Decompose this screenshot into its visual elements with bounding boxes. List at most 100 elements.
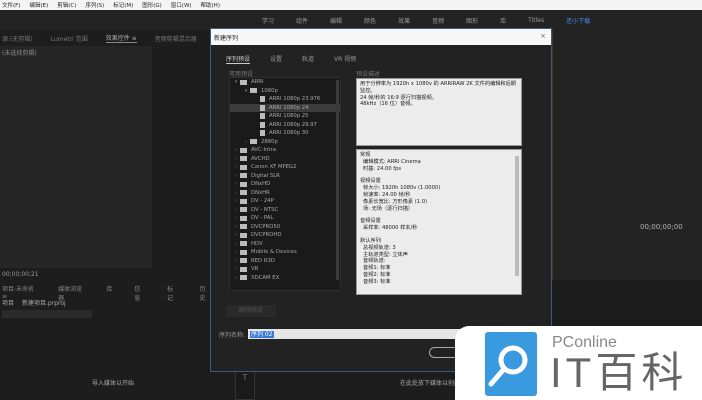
chevron-down-icon[interactable]: ▾ xyxy=(232,78,240,87)
menu-help[interactable]: 帮助(H) xyxy=(201,1,220,9)
pconline-watermark: PConline IT百科 xyxy=(455,326,702,400)
workspace-tab[interactable]: 音频 xyxy=(432,16,444,25)
desc-line: 48kHz（16 位）音频。 xyxy=(360,101,416,108)
tab-info[interactable]: 信息 xyxy=(134,284,145,302)
preset-label: DV - PAL xyxy=(251,215,274,221)
preset-label: ARRI 1080p 24 xyxy=(269,104,309,111)
workspace-tab[interactable]: 库 xyxy=(500,16,506,25)
tab-vr-video[interactable]: VR 视频 xyxy=(334,54,356,64)
preset-tree-item[interactable]: › HDV xyxy=(230,240,340,249)
tab-sequence-presets[interactable]: 序列预设 xyxy=(226,54,251,64)
chevron-right-icon[interactable]: › xyxy=(232,180,240,189)
preset-description: 用于分辨率为 1920h x 1080v 的 ARRIRAW 2K 文件的编辑和… xyxy=(356,78,522,146)
preset-label: DNxHR xyxy=(251,189,270,196)
workspace-tab-active[interactable]: 还小下载 xyxy=(566,16,590,25)
folder-icon xyxy=(240,173,247,179)
preset-tree-item[interactable]: › AVC-Intra xyxy=(230,146,340,155)
close-icon[interactable]: × xyxy=(540,32,546,40)
preset-tree-item[interactable]: › DV - 24P xyxy=(230,197,340,206)
preset-tree-item[interactable]: › RED R3D xyxy=(230,257,340,266)
preset-tree-item[interactable]: › DV - NTSC xyxy=(230,206,340,215)
folder-icon xyxy=(240,215,247,221)
tab-tracks[interactable]: 轨道 xyxy=(302,54,314,64)
workspace-tab[interactable]: Titles xyxy=(528,17,544,24)
desc-line: 监控。 xyxy=(360,87,376,94)
preset-tree-item[interactable]: › 2880p xyxy=(230,138,340,147)
folder-icon xyxy=(240,232,247,238)
tab-source[interactable]: 源:(无剪辑) xyxy=(2,34,33,43)
program-monitor xyxy=(552,30,702,280)
chevron-right-icon[interactable]: › xyxy=(232,257,240,266)
preset-tree-item[interactable]: › VR xyxy=(230,265,340,274)
folder-icon xyxy=(240,249,247,255)
folder-icon xyxy=(250,88,257,94)
chevron-right-icon[interactable]: › xyxy=(232,265,240,274)
preset-tree-scrollbar[interactable] xyxy=(336,80,339,280)
preset-label: ARRI 1080p 23.976 xyxy=(269,96,321,102)
tab-lumetri-scopes[interactable]: Lumetri 范围 xyxy=(51,34,88,43)
preset-tree-item[interactable]: › XDCAM EX xyxy=(230,274,340,283)
preset-tree-item[interactable]: ▾ 1080p xyxy=(230,87,340,96)
menu-graphics[interactable]: 图形(G) xyxy=(142,1,162,9)
chevron-right-icon[interactable]: › xyxy=(242,138,250,147)
menu-bar: 文件(F) 编辑(E) 剪辑(C) 序列(S) 标记(M) 图形(G) 窗口(W… xyxy=(0,0,702,10)
preset-tree-item[interactable]: › Digital SLR xyxy=(230,172,340,181)
preset-tree-item[interactable]: › DNxHR xyxy=(230,189,340,198)
type-tool-icon[interactable]: T xyxy=(243,373,248,382)
project-search-input[interactable] xyxy=(2,310,92,318)
chevron-right-icon[interactable]: › xyxy=(232,223,240,232)
preset-tree-item[interactable]: › Mobile & Devices xyxy=(230,248,340,257)
tab-history[interactable]: 历史 xyxy=(199,284,210,302)
menu-clip[interactable]: 剪辑(C) xyxy=(57,1,76,9)
tab-markers[interactable]: 标记 xyxy=(167,284,178,302)
preset-label: AVCHD xyxy=(251,155,270,162)
clip-select-dropdown[interactable]: (未选择剪辑) xyxy=(2,48,150,58)
tab-effect-controls[interactable]: 效果控件 ≡ xyxy=(105,33,137,43)
project-file-name: 新建项目.prproj xyxy=(22,300,66,307)
workspace-tab[interactable]: 图形 xyxy=(466,16,478,25)
preset-tree-item[interactable]: › DNxHD xyxy=(230,180,340,189)
tab-audio-clip-mixer[interactable]: 音频剪辑混合器 xyxy=(155,34,197,43)
chevron-right-icon[interactable]: › xyxy=(232,155,240,164)
preset-label: DV - NTSC xyxy=(251,206,279,213)
preset-tree-item[interactable]: › DVCPRO50 xyxy=(230,223,340,232)
chevron-right-icon[interactable]: › xyxy=(232,206,240,215)
chevron-right-icon[interactable]: › xyxy=(232,248,240,257)
preset-tree-item[interactable]: ▾ ARRI xyxy=(230,78,340,87)
chevron-right-icon[interactable]: › xyxy=(232,231,240,240)
chevron-right-icon[interactable]: › xyxy=(232,214,240,223)
chevron-right-icon[interactable]: › xyxy=(232,197,240,206)
workspace-tab[interactable]: 学习 xyxy=(262,16,274,25)
workspace-tab[interactable]: 颜色 xyxy=(364,16,376,25)
details-scrollbar[interactable] xyxy=(515,156,519,276)
preset-tree-item[interactable]: ARRI 1080p 23.976 xyxy=(230,95,340,104)
menu-sequence[interactable]: 序列(S) xyxy=(85,1,104,9)
tab-libraries[interactable]: 库 xyxy=(106,284,112,302)
menu-file[interactable]: 文件(F) xyxy=(2,1,20,9)
preset-tree-item[interactable]: › AVCHD xyxy=(230,155,340,164)
preset-tree-item[interactable]: ARRI 1080p 29.97 xyxy=(230,121,340,130)
menu-marker[interactable]: 标记(M) xyxy=(113,1,133,9)
source-panel-tabs: 源:(无剪辑) Lumetri 范围 效果控件 ≡ 音频剪辑混合器 xyxy=(0,32,210,44)
chevron-right-icon[interactable]: › xyxy=(232,146,240,155)
chevron-right-icon[interactable]: › xyxy=(232,274,240,283)
chevron-right-icon[interactable]: › xyxy=(232,163,240,172)
tab-settings[interactable]: 设置 xyxy=(270,54,282,64)
preset-tree-item[interactable]: ARRI 1080p 24 xyxy=(230,103,340,112)
chevron-right-icon[interactable]: › xyxy=(232,189,240,198)
workspace-tab[interactable]: 组件 xyxy=(296,16,308,25)
preset-tree-item[interactable]: › DV - PAL xyxy=(230,214,340,223)
chevron-down-icon[interactable]: ▾ xyxy=(242,87,250,96)
menu-edit[interactable]: 编辑(E) xyxy=(29,1,48,9)
preset-tree-item[interactable]: ARRI 1080p 30 xyxy=(230,129,340,138)
delete-preset-button[interactable]: 删除预设 xyxy=(226,305,276,317)
preset-tree-item[interactable]: ARRI 1080p 25 xyxy=(230,112,340,121)
workspace-tab[interactable]: 编辑 xyxy=(330,16,342,25)
chevron-right-icon[interactable]: › xyxy=(232,240,240,249)
chevron-right-icon[interactable]: › xyxy=(232,172,240,181)
preset-label: DV - 24P xyxy=(251,198,274,204)
workspace-tab[interactable]: 效果 xyxy=(398,16,410,25)
preset-tree-item[interactable]: › Canon XF MPEG2 xyxy=(230,163,340,172)
menu-window[interactable]: 窗口(W) xyxy=(171,1,192,9)
preset-tree-item[interactable]: › DVCPROHD xyxy=(230,231,340,240)
